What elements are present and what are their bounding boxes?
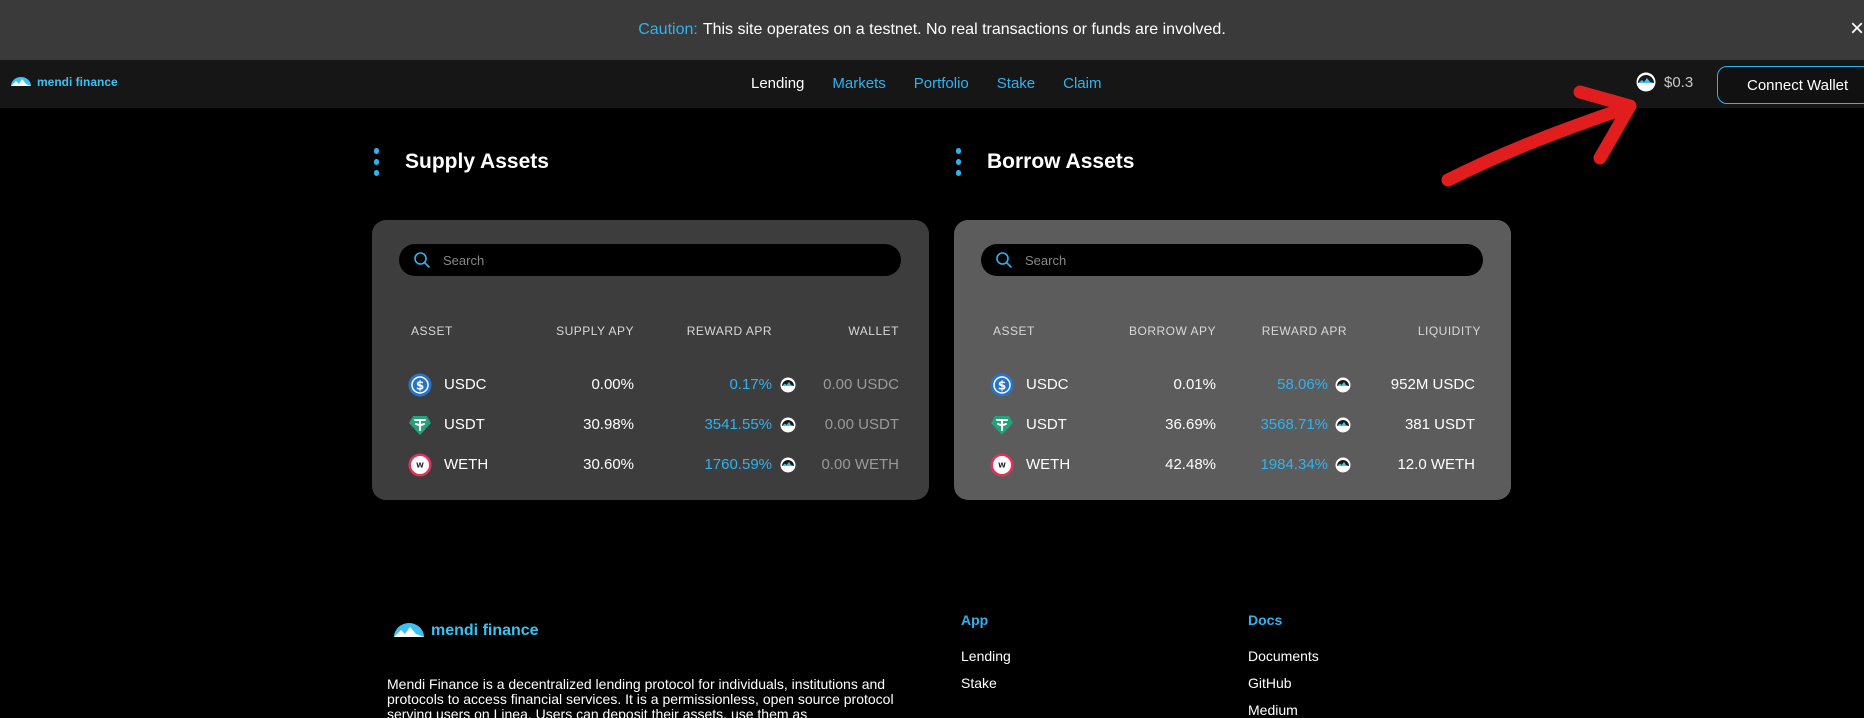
col-reward-apr: REWARD APR	[686, 324, 772, 338]
footer-description: Mendi Finance is a decentralized lending…	[387, 676, 894, 718]
col-asset: ASSET	[993, 324, 1035, 338]
supply-assets-heading: Supply Assets	[374, 148, 549, 176]
mendi-reward-icon	[1335, 377, 1351, 393]
borrow-row-weth[interactable]: W WETH 42.48% 1984.34% 12.0 WETH	[954, 449, 1511, 479]
col-reward-apr: REWARD APR	[1261, 324, 1347, 338]
borrow-apy: 0.01%	[1173, 376, 1216, 393]
wallet-balance: 0.00 WETH	[821, 456, 899, 473]
mendi-reward-icon	[780, 377, 796, 393]
liquidity-value: 952M USDC	[1390, 376, 1475, 393]
reward-apr: 58.06%	[1277, 376, 1328, 393]
borrow-row-usdt[interactable]: USDT 36.69% 3568.71% 381 USDT	[954, 409, 1511, 439]
weth-icon: W	[408, 453, 432, 477]
testnet-caution-banner: Caution: This site operates on a testnet…	[0, 0, 1864, 60]
borrow-assets-card: ASSET BORROW APY REWARD APR LIQUIDITY $ …	[954, 220, 1511, 500]
reward-apr: 3541.55%	[704, 416, 772, 433]
borrow-search	[981, 244, 1483, 276]
connect-wallet-button[interactable]: Connect Wallet	[1717, 66, 1864, 104]
col-liquidity: LIQUIDITY	[1417, 324, 1481, 338]
nav-portfolio[interactable]: Portfolio	[914, 75, 969, 92]
svg-text:$: $	[416, 379, 424, 393]
liquidity-value: 381 USDT	[1404, 416, 1475, 433]
svg-text:W: W	[998, 462, 1006, 470]
caution-label: Caution:	[638, 21, 698, 38]
borrow-apy: 42.48%	[1165, 456, 1216, 473]
col-borrow-apy: BORROW APY	[1128, 324, 1216, 338]
reward-apr: 3568.71%	[1260, 416, 1328, 433]
nav-lending[interactable]: Lending	[751, 75, 804, 92]
reward-apr: 1984.34%	[1260, 456, 1328, 473]
supply-row-usdt[interactable]: USDT 30.98% 3541.55% 0.00 USDT	[372, 409, 929, 439]
footer-link-lending[interactable]: Lending	[961, 648, 1011, 664]
usdc-icon: $	[990, 373, 1014, 397]
reward-apr: 0.17%	[729, 376, 772, 393]
asset-symbol: USDT	[444, 416, 485, 433]
wallet-balance: 0.00 USDC	[823, 376, 899, 393]
svg-text:W: W	[416, 462, 424, 470]
footer-link-medium[interactable]: Medium	[1248, 702, 1319, 718]
mendi-reward-icon	[1335, 457, 1351, 473]
footer-app-column: App Lending Stake	[961, 612, 1011, 702]
supply-apy: 30.60%	[583, 456, 634, 473]
nav-stake[interactable]: Stake	[997, 75, 1035, 92]
search-icon	[996, 252, 1012, 268]
footer-app-title: App	[961, 612, 989, 628]
nav-claim[interactable]: Claim	[1063, 75, 1101, 92]
col-wallet: WALLET	[848, 324, 899, 338]
wallet-balance: 0.00 USDT	[824, 416, 899, 433]
footer-docs-column: Docs Documents GitHub Medium	[1248, 612, 1319, 718]
nav-markets[interactable]: Markets	[832, 75, 885, 92]
search-icon	[414, 252, 430, 268]
mendi-reward-icon	[1335, 417, 1351, 433]
borrow-title: Borrow Assets	[987, 150, 1135, 173]
brand-logo[interactable]: mendi finance	[10, 74, 118, 90]
asset-symbol: USDT	[1026, 416, 1067, 433]
token-price-value: $0.3	[1664, 73, 1694, 91]
footer-brand-name: mendi finance	[431, 622, 539, 639]
section-dots	[956, 148, 961, 176]
asset-symbol: WETH	[444, 456, 489, 473]
supply-row-usdc[interactable]: $ USDC 0.00% 0.17% 0.00 USDC	[372, 369, 929, 399]
usdt-icon	[991, 416, 1013, 435]
supply-apy: 0.00%	[591, 376, 634, 393]
borrow-apy: 36.69%	[1165, 416, 1216, 433]
brand-name: mendi finance	[37, 75, 118, 89]
caution-text: This site operates on a testnet. No real…	[702, 21, 1226, 38]
asset-symbol: USDC	[444, 376, 487, 393]
weth-icon: W	[990, 453, 1014, 477]
close-banner-button[interactable]: ×	[1844, 17, 1864, 41]
section-dots	[374, 148, 379, 176]
borrow-row-usdc[interactable]: $ USDC 0.01% 58.06% 952M USDC	[954, 369, 1511, 399]
mendi-logo-icon	[11, 77, 31, 86]
borrow-search-input[interactable]	[1025, 244, 1465, 276]
mendi-reward-icon	[780, 417, 796, 433]
supply-search	[399, 244, 901, 276]
mendi-logo-icon	[394, 623, 424, 637]
footer-brand[interactable]: mendi finance	[393, 620, 539, 642]
footer-link-stake[interactable]: Stake	[961, 675, 1011, 691]
supply-row-weth[interactable]: W WETH 30.60% 1760.59% 0.00 WETH	[372, 449, 929, 479]
footer-link-github[interactable]: GitHub	[1248, 675, 1319, 691]
red-annotation-arrow-icon	[1441, 85, 1637, 187]
footer-link-documents[interactable]: Documents	[1248, 648, 1319, 664]
supply-title: Supply Assets	[405, 150, 549, 173]
mendi-reward-icon	[780, 457, 796, 473]
reward-apr: 1760.59%	[704, 456, 772, 473]
supply-search-input[interactable]	[443, 244, 883, 276]
supply-apy: 30.98%	[583, 416, 634, 433]
supply-assets-card: ASSET SUPPLY APY REWARD APR WALLET $ USD…	[372, 220, 929, 500]
asset-symbol: WETH	[1026, 456, 1071, 473]
usdt-icon	[409, 416, 431, 435]
col-supply-apy: SUPPLY APY	[556, 324, 634, 338]
col-asset: ASSET	[411, 324, 453, 338]
svg-text:$: $	[998, 379, 1006, 393]
usdc-icon: $	[408, 373, 432, 397]
borrow-assets-heading: Borrow Assets	[956, 148, 1134, 176]
liquidity-value: 12.0 WETH	[1397, 456, 1475, 473]
asset-symbol: USDC	[1026, 376, 1069, 393]
footer-docs-title: Docs	[1248, 612, 1283, 628]
nav-links: Lending Markets Portfolio Stake Claim	[751, 75, 1101, 92]
